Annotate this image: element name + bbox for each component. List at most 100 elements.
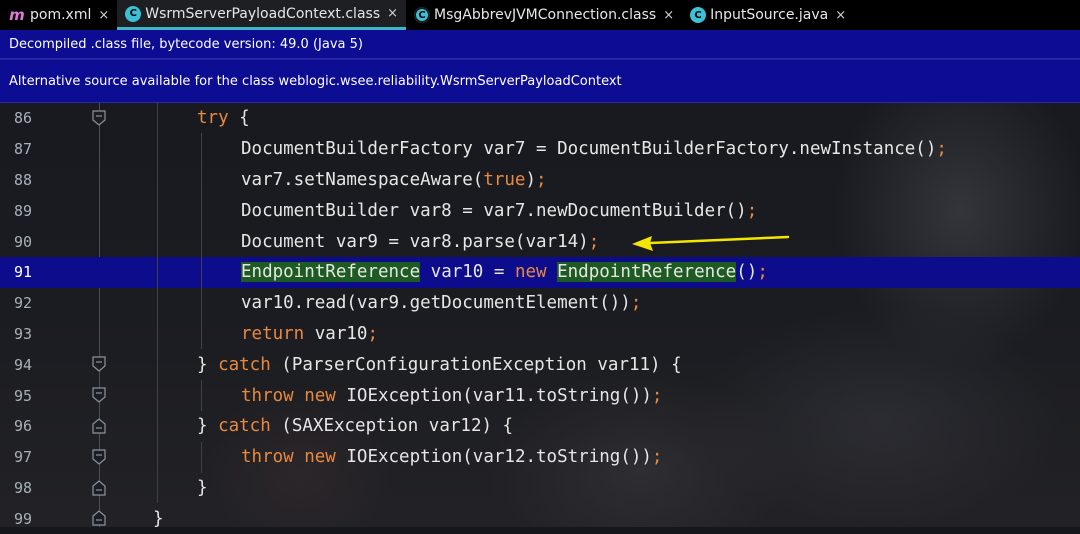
code-line: 92 var10.read(var9.getDocumentElement())… bbox=[0, 288, 1080, 319]
fold-open-icon[interactable] bbox=[92, 387, 106, 403]
line-number: 87 bbox=[14, 140, 33, 159]
code-line: 87 DocumentBuilderFactory var7 = Documen… bbox=[0, 134, 1080, 165]
close-icon[interactable]: × bbox=[663, 8, 674, 23]
code-text: throw new IOException(var12.toString()); bbox=[241, 447, 662, 467]
keyword-token: catch bbox=[218, 416, 271, 437]
code-text: } catch (SAXException var12) { bbox=[197, 416, 513, 436]
code-line: 90 Document var9 = var8.parse(var14); bbox=[0, 226, 1080, 257]
fold-close-icon[interactable] bbox=[92, 418, 106, 434]
class-icon: C bbox=[690, 7, 707, 23]
code-text: try { bbox=[197, 108, 250, 128]
code-text: Document var9 = var8.parse(var14); bbox=[241, 232, 599, 252]
tab-wsrm-server-payload-context[interactable]: C WsrmServerPayloadContext.class × bbox=[117, 0, 407, 30]
class-icon: C bbox=[125, 5, 142, 22]
line-number: 94 bbox=[14, 355, 33, 374]
tab-label: InputSource.java bbox=[710, 7, 829, 23]
code-text: var10.read(var9.getDocumentElement()); bbox=[241, 293, 641, 313]
semicolon-token: ; bbox=[536, 169, 547, 190]
fold-open-icon[interactable] bbox=[92, 110, 106, 126]
keyword-token: return bbox=[241, 323, 305, 344]
indent-guide bbox=[201, 442, 202, 473]
code-token: } bbox=[197, 416, 219, 437]
code-token: (SAXException var12) { bbox=[270, 416, 514, 437]
indent-guide bbox=[157, 103, 158, 503]
line-number: 89 bbox=[14, 201, 33, 220]
code-token: IOException(var12.toString()) bbox=[335, 447, 652, 468]
line-number: 88 bbox=[14, 170, 33, 189]
fold-close-icon[interactable] bbox=[92, 480, 106, 496]
line-number: 92 bbox=[14, 294, 33, 313]
code-line: 88 var7.setNamespaceAware(true); bbox=[0, 165, 1080, 196]
code-text: } catch (ParserConfigurationException va… bbox=[197, 355, 682, 375]
keyword-token: catch bbox=[218, 354, 271, 375]
line-number: 93 bbox=[14, 324, 33, 343]
keyword-token: try bbox=[197, 108, 229, 129]
close-icon[interactable]: × bbox=[835, 8, 846, 23]
line-number: 90 bbox=[14, 232, 33, 251]
code-line: 97 throw new IOException(var12.toString(… bbox=[0, 442, 1080, 473]
semicolon-token: ; bbox=[630, 293, 642, 314]
fold-open-icon[interactable] bbox=[92, 356, 106, 372]
tab-label: pom.xml bbox=[30, 7, 92, 23]
fold-close-icon[interactable] bbox=[92, 510, 106, 526]
line-number: 86 bbox=[14, 109, 33, 128]
class-name-highlight: EndpointReference bbox=[557, 262, 737, 283]
code-text: return var10; bbox=[241, 324, 378, 344]
code-token: var10.read(var9.getDocumentElement()) bbox=[241, 293, 631, 314]
code-line: 86 try { bbox=[0, 103, 1080, 134]
code-text: throw new IOException(var11.toString()); bbox=[241, 386, 662, 406]
keyword-token: true bbox=[483, 169, 526, 190]
fold-open-icon[interactable] bbox=[92, 449, 106, 465]
decompiled-notice-text: Decompiled .class file, bytecode version… bbox=[9, 36, 363, 52]
code-token: var7.setNamespaceAware( bbox=[241, 169, 484, 190]
code-line: 89 DocumentBuilder var8 = var7.newDocume… bbox=[0, 195, 1080, 226]
code-token: var10 = bbox=[420, 262, 515, 283]
code-text: } bbox=[197, 478, 208, 498]
code-token: IOException(var11.toString()) bbox=[335, 385, 652, 406]
indent-guide bbox=[201, 133, 202, 349]
line-number: 98 bbox=[14, 478, 33, 497]
line-number: 91 bbox=[14, 263, 33, 282]
code-token: DocumentBuilderFactory var7 = DocumentBu… bbox=[241, 139, 937, 160]
code-token: } bbox=[153, 508, 164, 529]
code-text: EndpointReference var10 = new EndpointRe… bbox=[241, 262, 768, 283]
code-token: { bbox=[228, 108, 250, 129]
code-token: var10 bbox=[304, 323, 368, 344]
semicolon-token: ; bbox=[588, 231, 600, 252]
code-text: DocumentBuilder var8 = var7.newDocumentB… bbox=[241, 201, 757, 221]
maven-icon: m bbox=[9, 6, 25, 24]
keyword-token: throw bbox=[241, 447, 294, 468]
tab-input-source-java[interactable]: C InputSource.java × bbox=[682, 0, 854, 30]
editor-tab-bar: m pom.xml × C WsrmServerPayloadContext.c… bbox=[0, 0, 1080, 30]
close-icon[interactable]: × bbox=[98, 8, 109, 23]
code-text: var7.setNamespaceAware(true); bbox=[241, 170, 547, 190]
keyword-token: new bbox=[304, 447, 336, 468]
annotation-arrow-icon bbox=[632, 235, 790, 251]
indent-guide bbox=[201, 380, 202, 411]
tab-pom-xml[interactable]: m pom.xml × bbox=[0, 0, 117, 30]
tab-msg-abbrev-jvm-connection[interactable]: C MsgAbbrevJVMConnection.class × bbox=[406, 0, 682, 30]
semicolon-token: ; bbox=[651, 385, 663, 406]
code-editor[interactable]: 86 try { 87 DocumentBuilderFactory var7 … bbox=[0, 103, 1080, 529]
keyword-token: new bbox=[514, 262, 547, 283]
line-number: 96 bbox=[14, 417, 33, 436]
code-text: DocumentBuilderFactory var7 = DocumentBu… bbox=[241, 139, 947, 159]
tab-label: WsrmServerPayloadContext.class bbox=[145, 5, 381, 22]
line-number: 97 bbox=[14, 448, 33, 467]
code-line: 99 } bbox=[0, 503, 1080, 534]
class-name-highlight: EndpointReference bbox=[241, 262, 421, 283]
semicolon-token: ; bbox=[936, 139, 947, 160]
code-line: 94 } catch (ParserConfigurationException… bbox=[0, 349, 1080, 380]
code-token: (ParserConfigurationException var11) { bbox=[270, 354, 682, 375]
keyword-token: throw bbox=[241, 385, 294, 406]
code-token: } bbox=[197, 477, 208, 498]
code-token: Document var9 = var8.parse(var14) bbox=[241, 231, 589, 252]
close-icon[interactable]: × bbox=[387, 6, 398, 21]
code-token: () bbox=[736, 262, 758, 283]
keyword-token: new bbox=[304, 385, 336, 406]
code-text: } bbox=[153, 509, 164, 529]
semicolon-token: ; bbox=[746, 200, 758, 221]
class-icon: C bbox=[414, 7, 431, 23]
alternative-source-banner: Alternative source available for the cla… bbox=[0, 59, 1080, 103]
